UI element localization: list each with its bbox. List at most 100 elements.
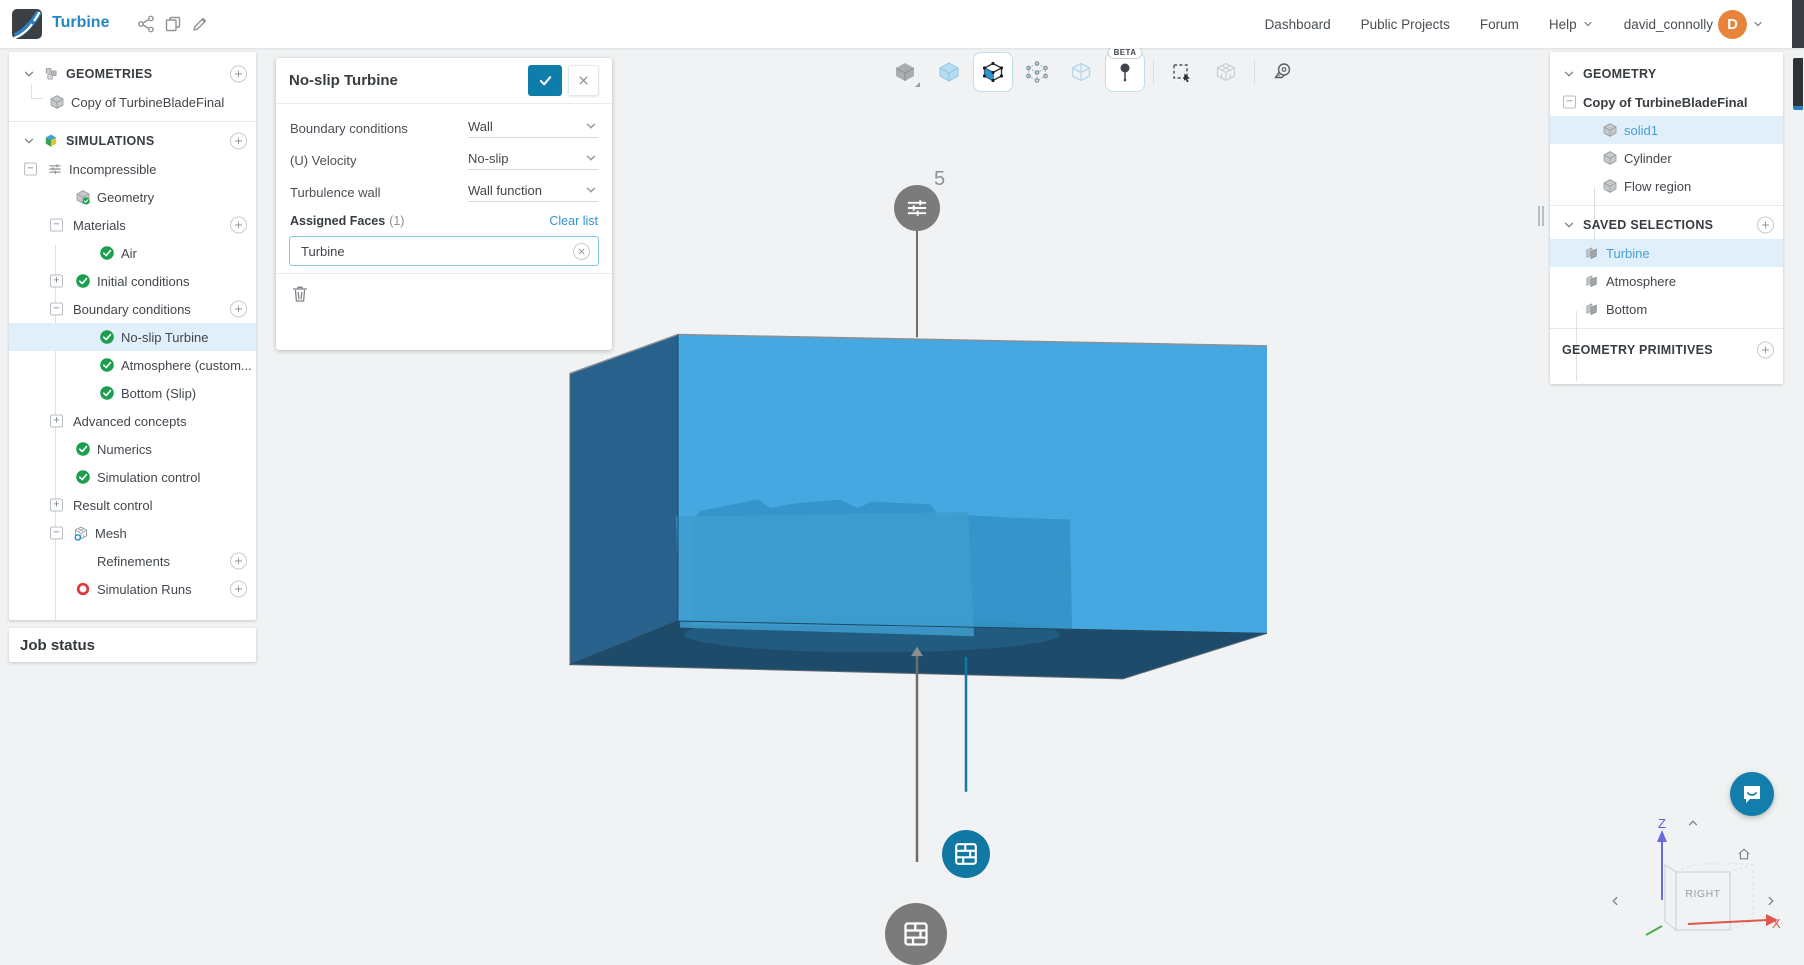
tree-item-advanced-concepts[interactable]: Advanced concepts bbox=[9, 407, 256, 435]
render-vertices-button[interactable] bbox=[973, 52, 1013, 92]
chevron-down-icon bbox=[1752, 18, 1764, 30]
tree-item-materials[interactable]: Materials bbox=[9, 211, 256, 239]
collapse-toggle[interactable] bbox=[24, 162, 37, 176]
pencil-icon[interactable] bbox=[190, 14, 210, 34]
collapse-toggle[interactable] bbox=[1563, 95, 1576, 109]
assignment-input[interactable]: Turbine bbox=[289, 236, 599, 266]
nav-public-projects[interactable]: Public Projects bbox=[1361, 17, 1450, 32]
tree-item-result-control[interactable]: Result control bbox=[9, 491, 256, 519]
user-menu[interactable]: david_connolly D bbox=[1624, 9, 1764, 39]
plus-icon bbox=[233, 136, 244, 147]
render-nodes-button[interactable] bbox=[1017, 52, 1057, 92]
face-selection-icon bbox=[1584, 273, 1600, 289]
add-simulation-button[interactable] bbox=[230, 132, 247, 150]
add-boundary-condition-button[interactable] bbox=[230, 300, 247, 318]
viewport-3d-scene[interactable] bbox=[0, 48, 1804, 936]
rpanel-item-cylinder[interactable]: Cylinder bbox=[1550, 144, 1783, 172]
expand-toggle[interactable] bbox=[50, 414, 63, 428]
add-primitive-button[interactable] bbox=[1757, 341, 1774, 359]
rpanel-geometry-root[interactable]: Copy of TurbineBladeFinal bbox=[1550, 88, 1783, 116]
expand-toggle[interactable] bbox=[50, 498, 63, 512]
nav-dashboard[interactable]: Dashboard bbox=[1265, 17, 1331, 32]
nav-help[interactable]: Help bbox=[1549, 17, 1594, 32]
rpanel-item-flow-region[interactable]: Flow region bbox=[1550, 172, 1783, 200]
cube-check-icon bbox=[75, 189, 91, 205]
rpanel-section-geometry-primitives[interactable]: GEOMETRY PRIMITIVES bbox=[1550, 334, 1783, 366]
rpanel-selection-bottom[interactable]: Bottom bbox=[1550, 295, 1783, 323]
tree-item-atmosphere[interactable]: Atmosphere (custom... bbox=[9, 351, 256, 379]
tree-item-incompressible[interactable]: Incompressible bbox=[9, 155, 256, 183]
tree-item-mesh[interactable]: Mesh bbox=[9, 519, 256, 547]
cube-face-label: RIGHT bbox=[1685, 888, 1721, 900]
sidebar-section-geometries[interactable]: GEOMETRIES bbox=[9, 60, 256, 88]
render-wireframe-button[interactable] bbox=[1061, 52, 1101, 92]
rotate-right-chevron-icon[interactable] bbox=[1764, 894, 1778, 908]
rpanel-selection-turbine[interactable]: Turbine bbox=[1550, 239, 1783, 267]
render-solid-button[interactable] bbox=[885, 52, 925, 92]
tree-item-no-slip-turbine[interactable]: No-slip Turbine bbox=[9, 323, 256, 351]
cube-stack-icon bbox=[43, 66, 59, 82]
turbulence-wall-select[interactable]: Wall function bbox=[468, 183, 598, 202]
cube-icon bbox=[49, 94, 65, 110]
nav-forum[interactable]: Forum bbox=[1480, 17, 1519, 32]
copy-icon[interactable] bbox=[163, 14, 183, 34]
assignment-value: Turbine bbox=[301, 243, 345, 259]
confirm-button[interactable] bbox=[528, 65, 562, 96]
collapse-toggle[interactable] bbox=[50, 302, 63, 316]
rpanel-item-solid1[interactable]: solid1 bbox=[1550, 116, 1783, 144]
tree-item-bottom-slip[interactable]: Bottom (Slip) bbox=[9, 379, 256, 407]
support-chat-button[interactable] bbox=[1730, 772, 1774, 816]
render-translucent-button[interactable] bbox=[929, 52, 969, 92]
tree-item-geometry[interactable]: Geometry bbox=[9, 183, 256, 211]
add-material-button[interactable] bbox=[230, 216, 247, 234]
tree-item-refinements[interactable]: Refinements bbox=[9, 547, 256, 575]
cylinder-region-silhouette[interactable] bbox=[676, 511, 974, 637]
rotate-left-chevron-icon[interactable] bbox=[1608, 894, 1622, 908]
chevron-down-icon bbox=[584, 183, 598, 197]
measure-button[interactable] bbox=[1263, 52, 1303, 92]
avatar[interactable]: D bbox=[1718, 9, 1747, 39]
selected-boundary-pin[interactable] bbox=[942, 830, 990, 878]
trash-icon[interactable] bbox=[290, 284, 310, 304]
collapse-toggle[interactable] bbox=[50, 526, 63, 540]
boundary-pin[interactable] bbox=[885, 903, 947, 965]
refinement-pin[interactable] bbox=[894, 185, 940, 231]
rpanel-section-geometry[interactable]: GEOMETRY bbox=[1550, 60, 1783, 88]
tree-item-air[interactable]: Air bbox=[9, 239, 256, 267]
close-button[interactable] bbox=[568, 65, 599, 96]
app-logo-icon[interactable] bbox=[12, 9, 42, 39]
add-geometry-button[interactable] bbox=[230, 65, 247, 83]
add-refinement-button[interactable] bbox=[230, 552, 247, 570]
boundary-conditions-select[interactable]: Wall bbox=[468, 119, 598, 138]
job-status-panel[interactable]: Job status bbox=[9, 628, 256, 662]
collapse-toggle[interactable] bbox=[50, 218, 63, 232]
share-icon[interactable] bbox=[136, 14, 156, 34]
tree-item-initial-conditions[interactable]: Initial conditions bbox=[9, 267, 256, 295]
add-saved-selection-button[interactable] bbox=[1757, 216, 1774, 234]
home-icon[interactable] bbox=[1736, 846, 1752, 862]
mesh-quality-button[interactable] bbox=[1206, 52, 1246, 92]
screen-edge-artifact bbox=[1792, 0, 1804, 48]
new-run-button[interactable] bbox=[230, 580, 247, 598]
clear-list-link[interactable]: Clear list bbox=[549, 214, 598, 228]
cube-icon bbox=[1602, 122, 1618, 138]
tree-item-geometry-copy[interactable]: Copy of TurbineBladeFinal bbox=[9, 84, 256, 116]
rpanel-section-saved-selections[interactable]: SAVED SELECTIONS bbox=[1550, 211, 1783, 239]
tree-item-numerics[interactable]: Numerics bbox=[9, 435, 256, 463]
rotate-up-chevron-icon[interactable] bbox=[1686, 816, 1700, 830]
probe-point-button[interactable]: BETA bbox=[1105, 46, 1145, 92]
tree-item-boundary-conditions[interactable]: Boundary conditions bbox=[9, 295, 256, 323]
flow-domain-left-face[interactable] bbox=[569, 333, 679, 666]
project-title: Turbine bbox=[52, 14, 110, 31]
velocity-select[interactable]: No-slip bbox=[468, 151, 598, 170]
box-select-button[interactable] bbox=[1162, 52, 1202, 92]
panel-title: No-slip Turbine bbox=[289, 72, 398, 89]
tree-item-simulation-control[interactable]: Simulation control bbox=[9, 463, 256, 491]
plus-icon bbox=[233, 556, 244, 567]
sidebar-section-simulations[interactable]: SIMULATIONS bbox=[9, 127, 256, 155]
rpanel-selection-atmosphere[interactable]: Atmosphere bbox=[1550, 267, 1783, 295]
tree-item-simulation-runs[interactable]: Simulation Runs bbox=[9, 575, 256, 603]
panel-resize-handle[interactable] bbox=[1538, 206, 1546, 226]
remove-assignment-button[interactable] bbox=[573, 242, 590, 260]
expand-toggle[interactable] bbox=[50, 274, 63, 288]
